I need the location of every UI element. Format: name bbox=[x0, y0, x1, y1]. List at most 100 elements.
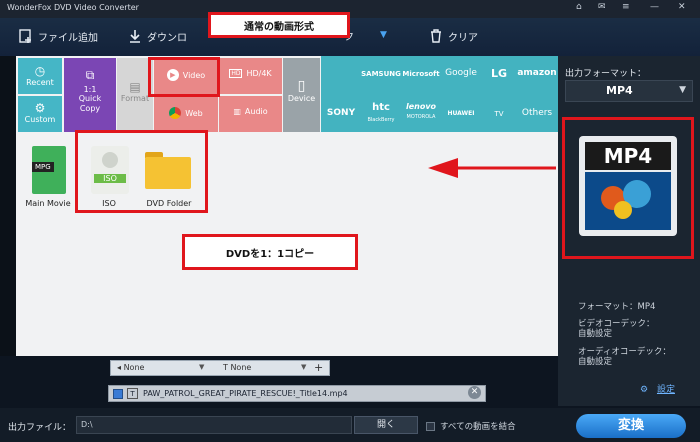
brand-htc[interactable]: htc BlackBerry bbox=[361, 102, 401, 124]
blackberry-label: BlackBerry bbox=[367, 117, 395, 123]
add-file-icon bbox=[19, 29, 31, 43]
audio-select[interactable]: T None bbox=[223, 363, 251, 372]
category-web[interactable]: Web bbox=[154, 96, 218, 132]
brand-others[interactable]: Others bbox=[517, 108, 557, 118]
add-file-button[interactable]: ファイル追加 bbox=[18, 28, 98, 44]
hd-icon: HD bbox=[229, 69, 243, 78]
home-icon[interactable]: ⌂ bbox=[576, 2, 582, 12]
brand-lenovo[interactable]: lenovo MOTOROLA bbox=[401, 102, 441, 120]
download-label: ダウンロ bbox=[147, 32, 187, 44]
output-path-field[interactable]: D:\ bbox=[76, 416, 352, 434]
output-format-value: MP4 bbox=[606, 84, 633, 97]
chevron-down-icon: ▼ bbox=[679, 85, 686, 95]
category-quick-copy[interactable]: ⧉ 1:1 Quick Copy bbox=[64, 58, 116, 132]
audio-label: Audio bbox=[244, 107, 268, 116]
video-list-item[interactable]: T PAW_PATROL_GREAT_PIRATE_RESCUE!_Title1… bbox=[108, 385, 486, 402]
remove-item-icon[interactable]: ✕ bbox=[468, 386, 481, 399]
format-thumbnail[interactable]: MP4 bbox=[562, 117, 694, 259]
minimize-button[interactable]: — bbox=[650, 2, 659, 12]
htc-label: htc bbox=[372, 102, 390, 113]
brand-samsung[interactable]: SAMSUNG bbox=[361, 70, 401, 78]
download-icon bbox=[130, 30, 140, 43]
callout-normal-format: 通常の動画形式 bbox=[208, 12, 350, 38]
brand-sony[interactable]: SONY bbox=[323, 108, 359, 118]
chevron-down-icon: ▼ bbox=[301, 363, 307, 371]
mail-icon[interactable]: ✉ bbox=[598, 2, 606, 12]
settings-label: 設定 bbox=[656, 385, 675, 395]
clock-icon: ◷ bbox=[34, 64, 46, 78]
chevron-down-icon: ▼ bbox=[199, 363, 205, 371]
merge-checkbox[interactable] bbox=[426, 421, 435, 431]
menu-icon[interactable]: ≡ bbox=[622, 2, 630, 12]
bottom-bar: 出力ファイル： D:\ 開く すべての動画を結合 変換 bbox=[0, 408, 700, 442]
custom-label: Custom bbox=[24, 115, 56, 124]
subtitle-value: None bbox=[123, 363, 145, 372]
title-icon: T bbox=[127, 388, 138, 399]
category-audio[interactable]: ▥ Audio bbox=[219, 96, 282, 132]
toolbar: ファイル追加 ダウンロ ク ▼ クリア bbox=[0, 18, 700, 56]
clear-button[interactable]: クリア bbox=[428, 28, 478, 44]
dvd-tiles-highlight-box bbox=[75, 130, 208, 213]
merge-label: すべての動画を結合 bbox=[440, 422, 516, 432]
mp4-thumb-text: MP4 bbox=[604, 144, 652, 168]
clear-label: クリア bbox=[448, 32, 478, 44]
add-icon[interactable]: + bbox=[314, 361, 323, 374]
dropdown-arrow-icon[interactable]: ▼ bbox=[380, 30, 387, 40]
category-recent[interactable]: ◷ Recent bbox=[18, 58, 62, 94]
audio-icon: ▥ bbox=[233, 107, 241, 116]
close-button[interactable]: ✕ bbox=[678, 2, 686, 12]
format-info: フォーマット：MP4 bbox=[578, 302, 656, 312]
audio-value: None bbox=[230, 363, 252, 372]
main-movie-label: Main Movie bbox=[25, 199, 71, 208]
app-title: WonderFox DVD Video Converter bbox=[7, 3, 139, 12]
mpg-file-icon: MPG bbox=[32, 146, 66, 194]
motorola-label: MOTOROLA bbox=[406, 114, 436, 120]
subtitle-audio-selectors: ◂ None ▼ T None ▼ + bbox=[110, 360, 330, 376]
copy-icon: ⧉ bbox=[85, 68, 95, 82]
brand-tv[interactable]: TV bbox=[481, 110, 517, 118]
output-file-label: 出力ファイル： bbox=[8, 423, 72, 433]
mpg-badge: MPG bbox=[32, 162, 54, 172]
device-label: Device bbox=[287, 94, 316, 103]
tile-main-movie[interactable]: MPG Main Movie bbox=[20, 142, 76, 222]
hd-label: HD/4K bbox=[246, 69, 272, 78]
brand-google[interactable]: Google bbox=[442, 68, 480, 78]
convert-button[interactable]: 変換 bbox=[576, 414, 686, 438]
item-checkbox[interactable] bbox=[113, 389, 123, 399]
brand-amazon[interactable]: amazon bbox=[517, 68, 557, 78]
red-arrow-icon bbox=[428, 158, 556, 178]
output-format-label: 出力フォーマット： bbox=[565, 69, 647, 79]
video-highlight-box bbox=[148, 57, 220, 97]
gear-icon: ⚙ bbox=[640, 385, 649, 395]
output-format-select[interactable]: MP4 ▼ bbox=[565, 80, 693, 102]
video-codec-value: 自動設定 bbox=[578, 329, 613, 339]
category-custom[interactable]: ⚙ Custom bbox=[18, 96, 62, 132]
title-bar: WonderFox DVD Video Converter ⌂ ✉ ≡ — ✕ bbox=[0, 0, 700, 18]
category-hd-4k[interactable]: HD HD/4K bbox=[219, 58, 282, 94]
callout-dvd-copy: DVDを1：1コピー bbox=[182, 234, 358, 270]
brand-microsoft[interactable]: Microsoft bbox=[401, 70, 441, 78]
lenovo-label: lenovo bbox=[405, 102, 437, 111]
gear-icon: ⚙ bbox=[34, 101, 46, 115]
web-label: Web bbox=[185, 108, 203, 118]
recent-label: Recent bbox=[26, 78, 54, 87]
trash-icon bbox=[431, 29, 441, 43]
open-folder-button[interactable]: 開く bbox=[354, 416, 418, 434]
settings-link[interactable]: ⚙ 設定 bbox=[640, 382, 675, 395]
brand-grid: SAMSUNG Microsoft Google LG amazon SONY … bbox=[321, 56, 558, 132]
video-filename: PAW_PATROL_GREAT_PIRATE_RESCUE!_Title14.… bbox=[143, 389, 348, 398]
quick-copy-label: Quick Copy bbox=[78, 94, 102, 113]
download-button[interactable]: ダウンロ bbox=[127, 28, 187, 44]
tablet-icon: ▯ bbox=[297, 78, 306, 94]
copy-ratio-label: 1:1 bbox=[83, 85, 97, 94]
subtitle-select[interactable]: ◂ None bbox=[117, 363, 144, 372]
brand-lg[interactable]: LG bbox=[481, 67, 517, 80]
audio-codec-value: 自動設定 bbox=[578, 357, 613, 367]
add-file-label: ファイル追加 bbox=[38, 32, 98, 44]
merge-toggle[interactable]: すべての動画を結合 bbox=[426, 420, 516, 432]
mp4-file-icon: MP4 bbox=[579, 136, 677, 236]
left-edge bbox=[0, 56, 16, 356]
category-device[interactable]: ▯ Device bbox=[283, 58, 320, 132]
chrome-icon bbox=[169, 107, 182, 119]
brand-huawei[interactable]: HUAWEI bbox=[442, 110, 480, 117]
